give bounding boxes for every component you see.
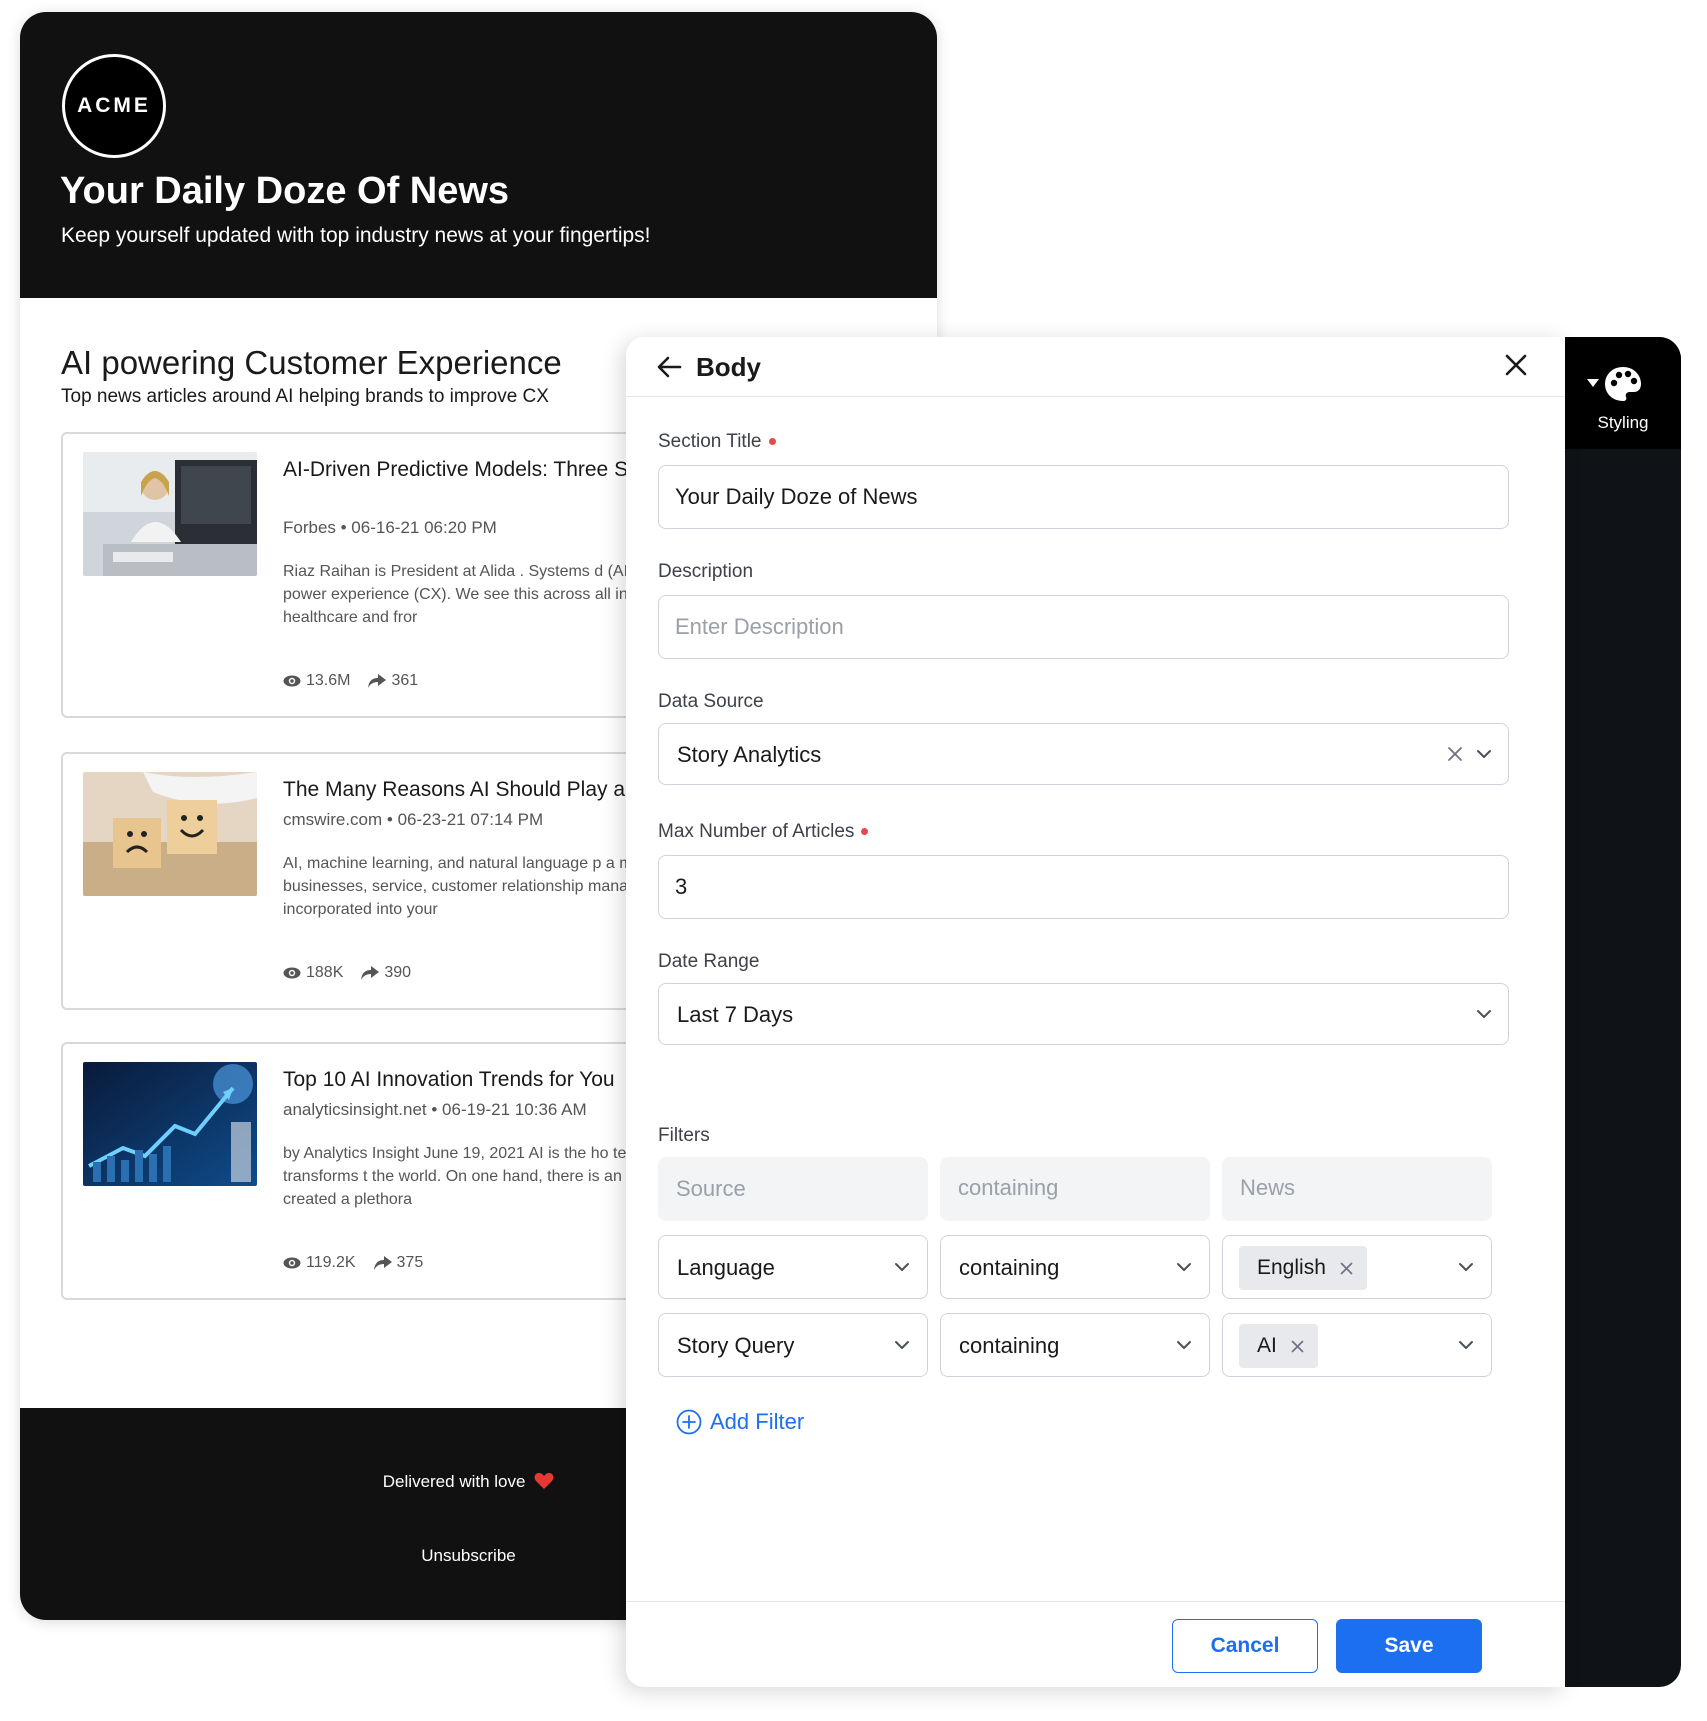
max-articles-label: Max Number of Articles bbox=[658, 821, 869, 843]
add-filter-label: Add Filter bbox=[710, 1409, 805, 1434]
filter-operator-value: containing bbox=[959, 1333, 1060, 1358]
filter-value-select[interactable]: English bbox=[1222, 1235, 1492, 1299]
article-meta: Forbes • 06-16-21 06:20 PM bbox=[283, 518, 497, 537]
remove-chip-icon[interactable] bbox=[1340, 1262, 1353, 1275]
filter-field-select[interactable]: Story Query bbox=[658, 1313, 928, 1377]
date-range-value: Last 7 Days bbox=[677, 1002, 794, 1027]
plus-circle-icon bbox=[676, 1409, 702, 1435]
styling-rail: Styling bbox=[1565, 337, 1681, 1687]
max-articles-label-text: Max Number of Articles bbox=[658, 821, 855, 842]
chevron-down-icon[interactable] bbox=[1475, 1005, 1493, 1023]
filter-value-select[interactable]: AI bbox=[1222, 1313, 1492, 1377]
panel-title: Body bbox=[696, 352, 761, 382]
filter-field-value: Story Query bbox=[677, 1333, 795, 1358]
filter-value-select: News bbox=[1222, 1157, 1492, 1221]
remove-chip-icon[interactable] bbox=[1291, 1340, 1304, 1353]
filters-label: Filters bbox=[658, 1125, 710, 1146]
data-source-value: Story Analytics bbox=[677, 742, 822, 767]
palette-icon bbox=[1605, 367, 1641, 401]
filter-operator-value: containing bbox=[959, 1255, 1060, 1280]
chevron-down-icon[interactable] bbox=[1175, 1336, 1193, 1354]
description-label: Description bbox=[658, 561, 754, 582]
cancel-button[interactable]: Cancel bbox=[1172, 1619, 1318, 1673]
max-articles-field[interactable] bbox=[658, 855, 1509, 919]
panel-footer: Cancel Save bbox=[626, 1601, 1565, 1687]
article-stats: 13.6M 361 bbox=[283, 672, 418, 690]
description-field[interactable] bbox=[658, 595, 1509, 659]
chevron-down-icon[interactable] bbox=[1475, 745, 1493, 763]
heart-icon bbox=[534, 1472, 554, 1489]
footer-tagline-text: Delivered with love bbox=[382, 1472, 526, 1491]
share-icon bbox=[368, 674, 387, 688]
clear-icon[interactable] bbox=[1447, 746, 1463, 762]
section-title-input[interactable] bbox=[675, 478, 1485, 516]
article-thumbnail-office bbox=[83, 452, 257, 576]
acme-logo: ACME bbox=[62, 54, 166, 158]
filter-field-value: Language bbox=[677, 1255, 775, 1280]
close-icon[interactable] bbox=[1502, 351, 1530, 379]
shares-count: 361 bbox=[391, 672, 419, 689]
required-indicator bbox=[861, 828, 869, 836]
newsletter-header: ACME Your Daily Doze Of News Keep yourse… bbox=[20, 12, 937, 298]
filter-value-chip: English bbox=[1239, 1246, 1367, 1290]
newsletter-title: Your Daily Doze Of News bbox=[60, 170, 510, 212]
chevron-down-icon[interactable] bbox=[893, 1258, 911, 1276]
filter-operator-select[interactable]: containing bbox=[940, 1235, 1210, 1299]
filter-field-value: Source bbox=[676, 1176, 746, 1201]
add-filter-button[interactable]: Add Filter bbox=[676, 1409, 804, 1435]
article-meta: cmswire.com • 06-23-21 07:14 PM bbox=[283, 810, 544, 829]
section-title-field[interactable] bbox=[658, 465, 1509, 529]
section-title: AI powering Customer Experience bbox=[61, 344, 562, 381]
views-count: 188K bbox=[306, 964, 344, 981]
filter-operator-select: containing bbox=[940, 1157, 1210, 1221]
article-meta: analyticsinsight.net • 06-19-21 10:36 AM bbox=[283, 1100, 587, 1119]
share-icon bbox=[373, 1256, 392, 1270]
filter-operator-value: containing bbox=[958, 1175, 1059, 1200]
date-range-label: Date Range bbox=[658, 951, 760, 972]
styling-label: Styling bbox=[1597, 413, 1649, 432]
eye-icon bbox=[283, 967, 301, 979]
shares-count: 375 bbox=[396, 1254, 424, 1271]
section-subtitle: Top news articles around AI helping bran… bbox=[61, 386, 549, 407]
body-editor-panel: Body Section Title Description Data Sour… bbox=[626, 337, 1565, 1687]
chevron-down-icon[interactable] bbox=[1175, 1258, 1193, 1276]
chip-label: AI bbox=[1257, 1334, 1277, 1357]
chevron-down-icon[interactable] bbox=[1457, 1258, 1475, 1276]
eye-icon bbox=[283, 675, 301, 687]
styling-tab[interactable]: Styling bbox=[1565, 337, 1681, 449]
chevron-down-icon[interactable] bbox=[893, 1336, 911, 1354]
article-stats: 188K 390 bbox=[283, 964, 411, 982]
data-source-select[interactable]: Story Analytics bbox=[658, 723, 1509, 785]
description-input[interactable] bbox=[675, 608, 1485, 646]
article-stats: 119.2K 375 bbox=[283, 1254, 423, 1272]
section-title-label-text: Section Title bbox=[658, 431, 762, 452]
chip-label: English bbox=[1257, 1256, 1326, 1279]
chevron-down-icon[interactable] bbox=[1457, 1336, 1475, 1354]
article-thumbnail-dice bbox=[83, 772, 257, 896]
filter-field-select[interactable]: Language bbox=[658, 1235, 928, 1299]
panel-header: Body bbox=[626, 337, 1565, 397]
share-icon bbox=[361, 966, 380, 980]
filter-field-select: Source bbox=[658, 1157, 928, 1221]
filter-operator-select[interactable]: containing bbox=[940, 1313, 1210, 1377]
section-title-label: Section Title bbox=[658, 431, 776, 453]
save-button[interactable]: Save bbox=[1336, 1619, 1482, 1673]
caret-down-icon bbox=[1587, 379, 1599, 387]
max-articles-input[interactable] bbox=[675, 868, 1485, 906]
date-range-select[interactable]: Last 7 Days bbox=[658, 983, 1509, 1045]
shares-count: 390 bbox=[384, 964, 412, 981]
newsletter-subtitle: Keep yourself updated with top industry … bbox=[61, 224, 651, 247]
filter-value-value: News bbox=[1240, 1175, 1296, 1200]
data-source-label: Data Source bbox=[658, 691, 764, 712]
back-arrow-icon[interactable] bbox=[656, 353, 684, 381]
article-thumbnail-trends bbox=[83, 1062, 257, 1186]
eye-icon bbox=[283, 1257, 301, 1269]
views-count: 119.2K bbox=[306, 1254, 356, 1271]
views-count: 13.6M bbox=[306, 672, 351, 689]
filter-value-chip: AI bbox=[1239, 1324, 1318, 1368]
required-indicator bbox=[768, 438, 776, 446]
